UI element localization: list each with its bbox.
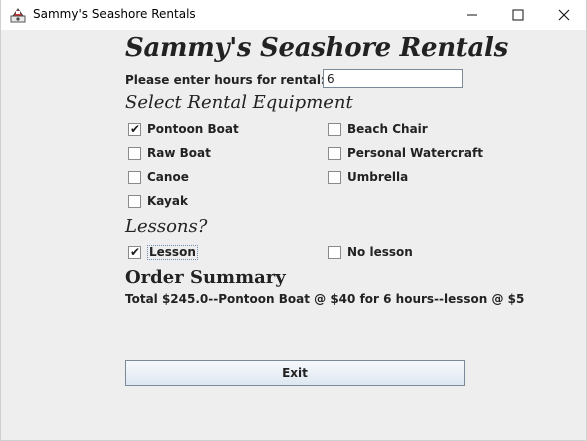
checkbox-label: Umbrella	[347, 170, 409, 184]
checkbox-label: Raw Boat	[147, 146, 211, 160]
checkbox-label: No lesson	[347, 245, 413, 259]
checkbox-box[interactable]: ✔	[128, 121, 141, 136]
lessons-heading: Lessons?	[125, 216, 208, 237]
close-button[interactable]	[541, 0, 586, 30]
maximize-button[interactable]	[495, 0, 540, 30]
main-panel: Sammy's Seashore Rentals Please enter ho…	[1, 30, 586, 440]
order-summary-text: Total $245.0--Pontoon Boat @ $40 for 6 h…	[125, 292, 525, 306]
checkbox-box[interactable]	[328, 245, 341, 259]
checkbox-box[interactable]	[128, 194, 141, 208]
hours-input[interactable]	[323, 69, 463, 88]
checkmark-icon: ✔	[130, 244, 141, 259]
checkbox-umbrella[interactable]: Umbrella	[328, 169, 408, 185]
exit-button[interactable]: Exit	[125, 360, 465, 386]
checkbox-kayak[interactable]: Kayak	[128, 193, 188, 209]
checkbox-canoe[interactable]: Canoe	[128, 169, 189, 185]
title-bar[interactable]: Sammy's Seashore Rentals	[1, 0, 586, 30]
checkbox-personal-watercraft[interactable]: Personal Watercraft	[328, 145, 483, 161]
checkbox-box[interactable]	[128, 146, 141, 160]
minimize-icon	[466, 6, 478, 25]
hours-label: Please enter hours for rental:	[125, 73, 326, 87]
checkbox-label: Personal Watercraft	[347, 146, 483, 160]
checkbox-raw-boat[interactable]: Raw Boat	[128, 145, 211, 161]
checkbox-label: Canoe	[147, 170, 189, 184]
checkbox-beach-chair[interactable]: Beach Chair	[328, 121, 428, 137]
maximize-icon	[512, 6, 524, 25]
equipment-heading: Select Rental Equipment	[125, 92, 353, 113]
close-icon	[558, 6, 570, 25]
minimize-button[interactable]	[449, 0, 494, 30]
checkbox-box[interactable]: ✔	[128, 244, 141, 259]
checkbox-label: Pontoon Boat	[147, 122, 239, 136]
checkbox-label: Kayak	[147, 194, 188, 208]
checkbox-box[interactable]	[328, 170, 341, 184]
app-window: Sammy's Seashore Rentals Sammy's Seashor…	[0, 0, 587, 441]
order-summary-heading: Order Summary	[125, 267, 286, 288]
checkbox-box[interactable]	[328, 146, 341, 160]
checkbox-label: Lesson	[147, 244, 198, 260]
window-title: Sammy's Seashore Rentals	[33, 7, 196, 21]
app-title: Sammy's Seashore Rentals	[125, 33, 508, 63]
checkbox-box[interactable]	[128, 170, 141, 184]
checkbox-no-lesson[interactable]: No lesson	[328, 244, 413, 260]
checkbox-lesson[interactable]: ✔ Lesson	[128, 244, 198, 260]
checkbox-label: Beach Chair	[347, 122, 428, 136]
java-app-icon	[10, 7, 26, 23]
checkmark-icon: ✔	[130, 121, 141, 136]
checkbox-pontoon-boat[interactable]: ✔ Pontoon Boat	[128, 121, 239, 137]
checkbox-box[interactable]	[328, 122, 341, 136]
